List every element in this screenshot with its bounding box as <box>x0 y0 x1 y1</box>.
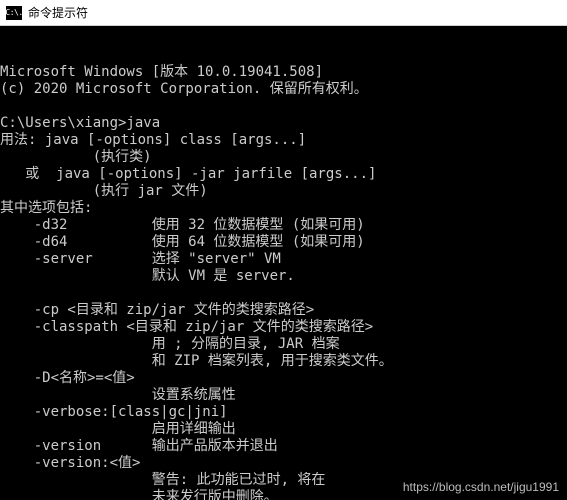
terminal-text: Microsoft Windows [版本 10.0.19041.508] (c… <box>0 64 565 500</box>
window-title: 命令提示符 <box>28 4 88 21</box>
watermark-text: https://blog.csdn.net/jigu1991 <box>403 480 559 494</box>
window-titlebar[interactable]: C:\. 命令提示符 <box>0 0 567 26</box>
terminal-output[interactable]: Microsoft Windows [版本 10.0.19041.508] (c… <box>0 26 567 500</box>
cmd-icon: C:\. <box>6 6 22 20</box>
